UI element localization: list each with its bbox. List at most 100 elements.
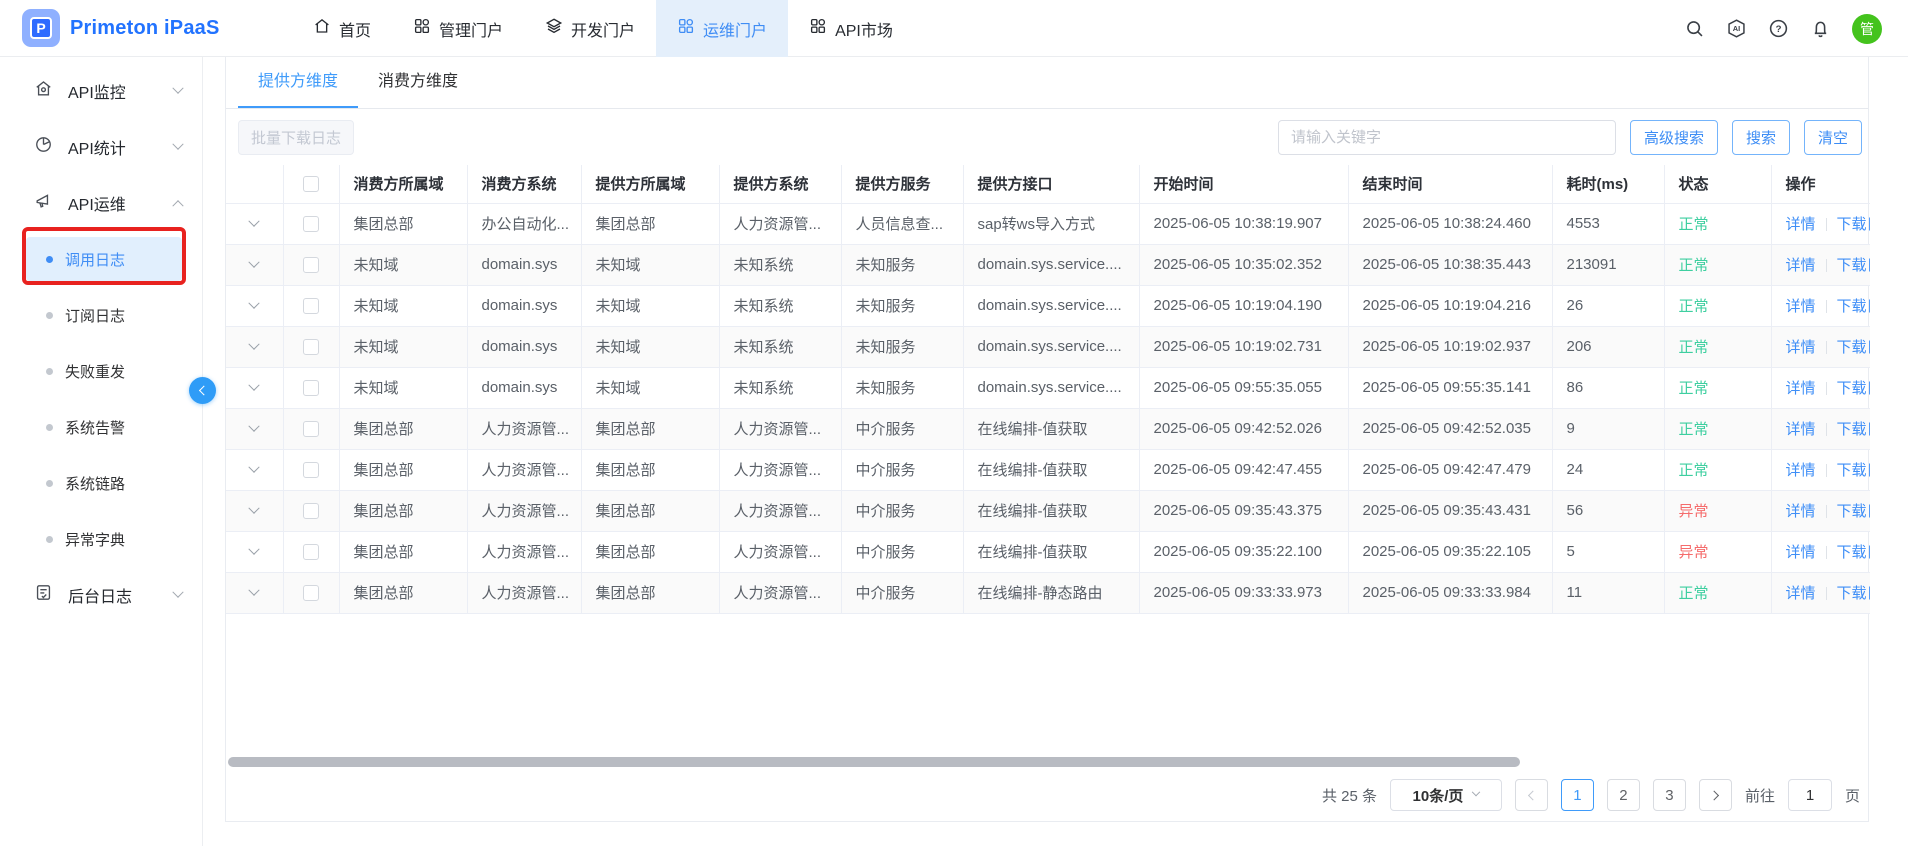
horizontal-scrollbar[interactable] <box>228 757 1520 767</box>
row-expand-cell[interactable] <box>226 326 283 367</box>
status-badge: 正常 <box>1679 257 1709 274</box>
cell-6: 2025-06-05 10:19:02.731 <box>1139 326 1348 367</box>
row-checkbox[interactable] <box>303 339 319 355</box>
keyword-search-input[interactable] <box>1278 120 1616 155</box>
help-icon[interactable]: ? <box>1768 18 1789 39</box>
page-button-3[interactable]: 3 <box>1653 779 1686 811</box>
nav-item-2[interactable]: 开发门户 <box>524 0 656 57</box>
row-expand-cell[interactable] <box>226 490 283 531</box>
cell-3: 人力资源管... <box>719 490 841 531</box>
row-checkbox[interactable] <box>303 462 319 478</box>
search-icon[interactable] <box>1684 18 1705 39</box>
table-row: 未知域domain.sys未知域未知系统未知服务domain.sys.servi… <box>226 326 1870 367</box>
row-expand-cell[interactable] <box>226 531 283 572</box>
row-expand-cell[interactable] <box>226 285 283 326</box>
download-log-link[interactable]: 下载日志 <box>1837 503 1870 520</box>
nav-item-label: 首页 <box>339 17 371 41</box>
search-button[interactable]: 搜索 <box>1732 120 1790 155</box>
select-all-checkbox[interactable] <box>303 176 319 192</box>
brand[interactable]: P Primeton iPaaS <box>0 9 270 47</box>
sidebar-collapse-button[interactable] <box>189 377 216 404</box>
sidebar-subitem-2-3[interactable]: 系统告警 <box>0 399 202 455</box>
prev-page-button[interactable] <box>1515 779 1548 811</box>
row-checkbox[interactable] <box>303 380 319 396</box>
row-checkbox[interactable] <box>303 298 319 314</box>
detail-link[interactable]: 详情 <box>1786 380 1816 397</box>
download-log-link[interactable]: 下载日志 <box>1837 421 1870 438</box>
sidebar-subitem-pill: 异常字典 <box>26 517 182 561</box>
content-card: 提供方维度消费方维度 批量下载日志 高级搜索 搜索 清空 消费方所属域消费方系统… <box>225 57 1869 822</box>
clear-button[interactable]: 清空 <box>1804 120 1862 155</box>
next-page-button[interactable] <box>1699 779 1732 811</box>
nav-item-3[interactable]: 运维门户 <box>656 0 788 57</box>
action-divider <box>1826 505 1827 518</box>
ai-assistant-icon[interactable]: AI <box>1726 18 1747 39</box>
sidebar-subitem-2-1[interactable]: 订阅日志 <box>0 287 202 343</box>
row-checkbox[interactable] <box>303 544 319 560</box>
tab-0[interactable]: 提供方维度 <box>238 57 358 108</box>
download-log-link[interactable]: 下载日志 <box>1837 298 1870 315</box>
cell-1: domain.sys <box>467 326 581 367</box>
cell-4: 中介服务 <box>841 531 963 572</box>
detail-link[interactable]: 详情 <box>1786 462 1816 479</box>
nav-item-0[interactable]: 首页 <box>292 0 392 57</box>
page-size-select[interactable]: 10条/页 <box>1390 779 1502 811</box>
detail-link[interactable]: 详情 <box>1786 216 1816 233</box>
detail-link[interactable]: 详情 <box>1786 257 1816 274</box>
actions-cell: 详情 下载日志 <box>1771 408 1870 449</box>
sidebar-group-0[interactable]: API监控 <box>0 63 202 119</box>
download-log-link[interactable]: 下载日志 <box>1837 339 1870 356</box>
row-expand-cell[interactable] <box>226 203 283 244</box>
row-expand-cell[interactable] <box>226 244 283 285</box>
download-log-link[interactable]: 下载日志 <box>1837 544 1870 561</box>
advanced-search-button[interactable]: 高级搜索 <box>1630 120 1718 155</box>
sidebar-subitem-2-4[interactable]: 系统链路 <box>0 455 202 511</box>
nav-item-4[interactable]: API市场 <box>788 0 914 57</box>
page-button-2[interactable]: 2 <box>1607 779 1640 811</box>
row-expand-cell[interactable] <box>226 367 283 408</box>
download-log-link[interactable]: 下载日志 <box>1837 257 1870 274</box>
row-checkbox[interactable] <box>303 257 319 273</box>
nav-item-label: 开发门户 <box>571 17 635 41</box>
row-checkbox[interactable] <box>303 421 319 437</box>
actions-cell: 详情 下载日志 <box>1771 203 1870 244</box>
sidebar-subitem-2-5[interactable]: 异常字典 <box>0 511 202 567</box>
sidebar-group-1[interactable]: API统计 <box>0 119 202 175</box>
row-checkbox[interactable] <box>303 585 319 601</box>
page-button-1[interactable]: 1 <box>1561 779 1594 811</box>
user-avatar[interactable]: 管 <box>1852 14 1882 44</box>
detail-link[interactable]: 详情 <box>1786 544 1816 561</box>
sidebar-group-3[interactable]: 后台日志 <box>0 567 202 623</box>
detail-link[interactable]: 详情 <box>1786 503 1816 520</box>
row-expand-cell[interactable] <box>226 408 283 449</box>
batch-download-button[interactable]: 批量下载日志 <box>238 120 354 155</box>
detail-link[interactable]: 详情 <box>1786 339 1816 356</box>
cell-3: 人力资源管... <box>719 203 841 244</box>
row-checkbox[interactable] <box>303 216 319 232</box>
row-checkbox[interactable] <box>303 503 319 519</box>
bell-icon[interactable] <box>1810 18 1831 39</box>
layers-icon <box>545 17 563 40</box>
detail-link[interactable]: 详情 <box>1786 585 1816 602</box>
detail-link[interactable]: 详情 <box>1786 421 1816 438</box>
detail-link[interactable]: 详情 <box>1786 298 1816 315</box>
dimension-tabs: 提供方维度消费方维度 <box>226 57 1868 109</box>
cell-5: domain.sys.service.... <box>963 285 1139 326</box>
download-log-link[interactable]: 下载日志 <box>1837 462 1870 479</box>
status-cell: 正常 <box>1664 572 1771 613</box>
sidebar-subitem-2-2[interactable]: 失败重发 <box>0 343 202 399</box>
sidebar-subitem-2-0[interactable]: 调用日志 <box>0 231 202 287</box>
row-expand-cell[interactable] <box>226 449 283 490</box>
bullet-dot-icon <box>46 368 53 375</box>
download-log-link[interactable]: 下载日志 <box>1837 585 1870 602</box>
sidebar-group-2[interactable]: API运维 <box>0 175 202 231</box>
goto-page-input[interactable] <box>1788 779 1832 811</box>
download-log-link[interactable]: 下载日志 <box>1837 380 1870 397</box>
tab-1[interactable]: 消费方维度 <box>358 57 478 108</box>
row-select-cell <box>283 244 339 285</box>
nav-item-1[interactable]: 管理门户 <box>392 0 524 57</box>
row-expand-cell[interactable] <box>226 572 283 613</box>
home-icon <box>313 17 331 40</box>
actions-cell: 详情 下载日志 <box>1771 449 1870 490</box>
download-log-link[interactable]: 下载日志 <box>1837 216 1870 233</box>
